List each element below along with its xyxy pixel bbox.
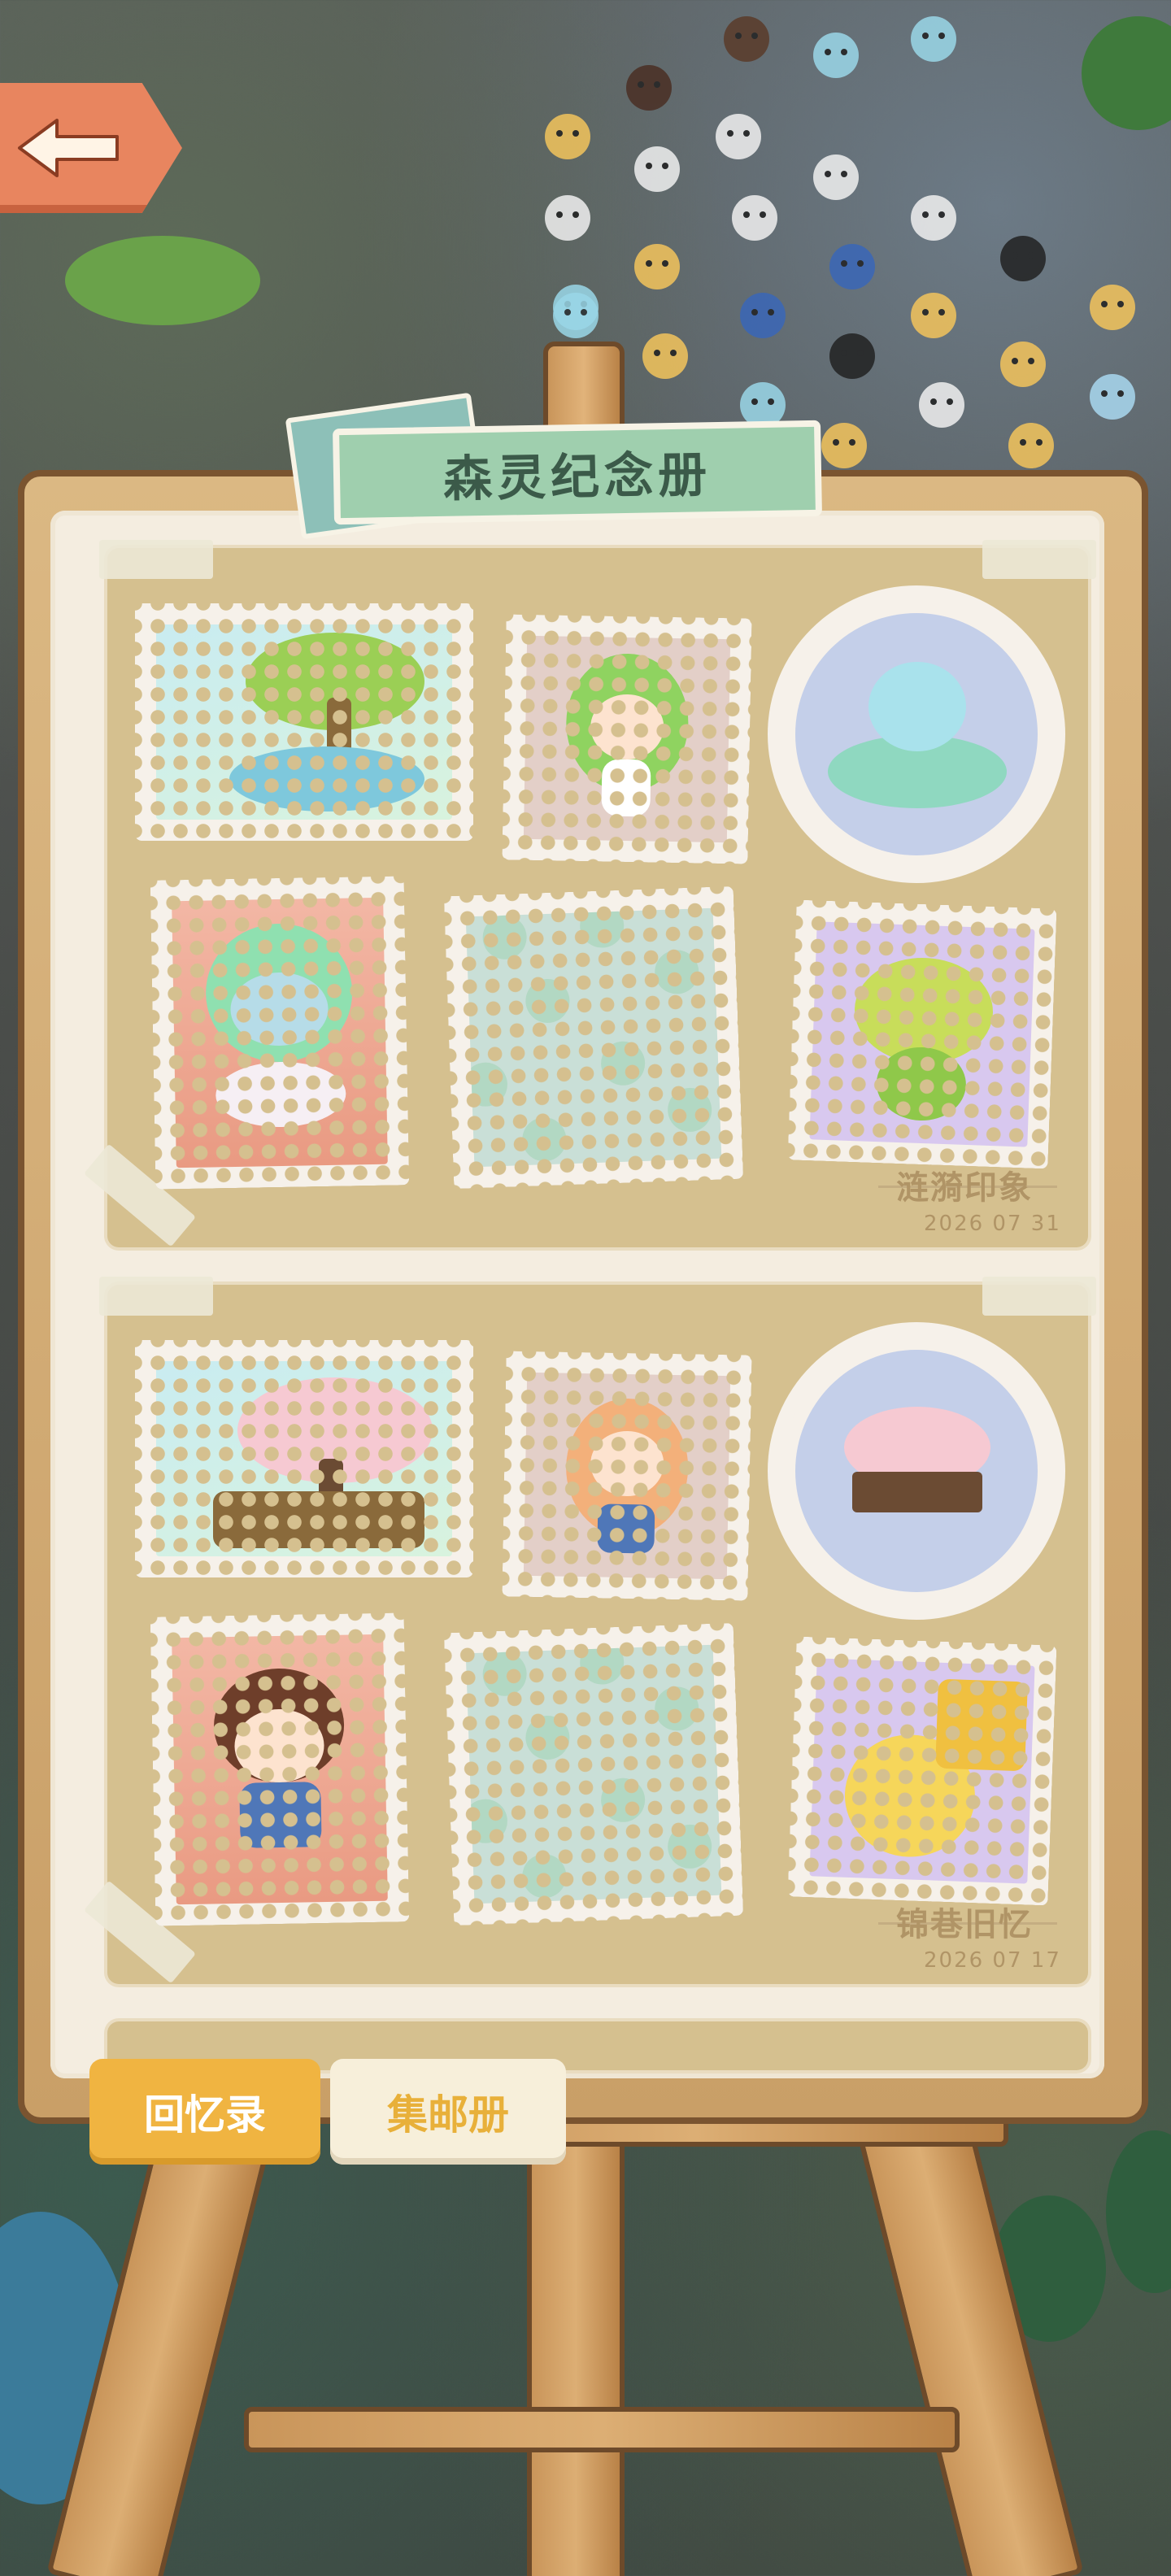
background-pet <box>813 33 859 78</box>
background-pet <box>1008 423 1054 468</box>
tape-decoration <box>982 1277 1096 1316</box>
fence <box>852 1472 982 1512</box>
easel-lower-bar <box>244 2407 960 2452</box>
background-tree <box>1082 16 1171 130</box>
background-bush <box>65 236 260 325</box>
tab-stamp-book[interactable]: 集邮册 <box>330 2059 566 2165</box>
page-2-caption-title: 锦巷旧忆 <box>896 1906 1033 1943</box>
stamp-jelly-spirit[interactable] <box>150 876 410 1190</box>
background-pet <box>626 65 672 111</box>
background-pet <box>1090 374 1135 420</box>
arrow-left-icon <box>18 119 119 177</box>
stamp-blossom-fence[interactable] <box>782 1337 1051 1605</box>
background-pet <box>1000 342 1046 387</box>
ground <box>213 1491 424 1548</box>
skirt <box>597 1503 655 1554</box>
dress <box>239 1782 322 1848</box>
stamp-empty-slot[interactable] <box>443 1622 744 1926</box>
dress <box>601 759 651 817</box>
background-pet <box>1000 236 1046 281</box>
background-pet <box>634 244 680 289</box>
stamp-fox-girl-goggles[interactable] <box>502 1351 752 1601</box>
stamp-fountain[interactable] <box>782 600 1051 868</box>
background-tree <box>1106 2130 1171 2293</box>
stamp-empty-slot[interactable] <box>443 886 744 1190</box>
album-title: 森灵纪念册 <box>442 446 712 508</box>
background-pet <box>829 333 875 379</box>
stamp-tree-swing-pond[interactable] <box>135 603 473 841</box>
background-pet <box>1090 285 1135 330</box>
fountain-water <box>868 662 966 751</box>
background-pet <box>545 114 590 159</box>
background-pet <box>545 195 590 241</box>
background-pet <box>813 154 859 200</box>
background-pet <box>642 333 688 379</box>
album-title-tab: 森灵纪念册 <box>333 420 822 525</box>
background-pet <box>829 244 875 289</box>
flower-base <box>215 1060 347 1129</box>
stamp-yellow-cat-toy[interactable] <box>787 1636 1057 1906</box>
page-2-caption-date: 2026 07 17 <box>924 1948 1061 1973</box>
background-pet <box>911 293 956 338</box>
stamp-cat-girl-bow[interactable] <box>150 1612 410 1926</box>
background-pet <box>716 114 761 159</box>
background-pet <box>740 293 786 338</box>
background-pet <box>821 423 867 468</box>
background-pet <box>634 146 680 192</box>
pond <box>229 746 424 812</box>
background-pet <box>724 16 769 62</box>
tab-memoir[interactable]: 回忆录 <box>89 2059 320 2165</box>
tape-decoration <box>99 1277 213 1316</box>
tape-decoration <box>982 540 1096 579</box>
background-pet <box>553 293 599 338</box>
background-pet <box>732 195 777 241</box>
stamp-green-hair-girl[interactable] <box>502 614 752 864</box>
background-pet <box>911 195 956 241</box>
toy-box <box>935 1678 1028 1772</box>
background-pet <box>911 16 956 62</box>
tape-decoration <box>99 540 213 579</box>
page-1-caption-date: 2026 07 31 <box>924 1212 1061 1236</box>
easel-leg-center <box>527 2114 625 2576</box>
stamp-cherry-blossom-tree[interactable] <box>135 1340 473 1577</box>
page-1-caption-title: 涟漪印象 <box>896 1169 1033 1207</box>
background-pet <box>919 382 964 428</box>
stamp-green-sprout-creature[interactable] <box>787 899 1057 1169</box>
